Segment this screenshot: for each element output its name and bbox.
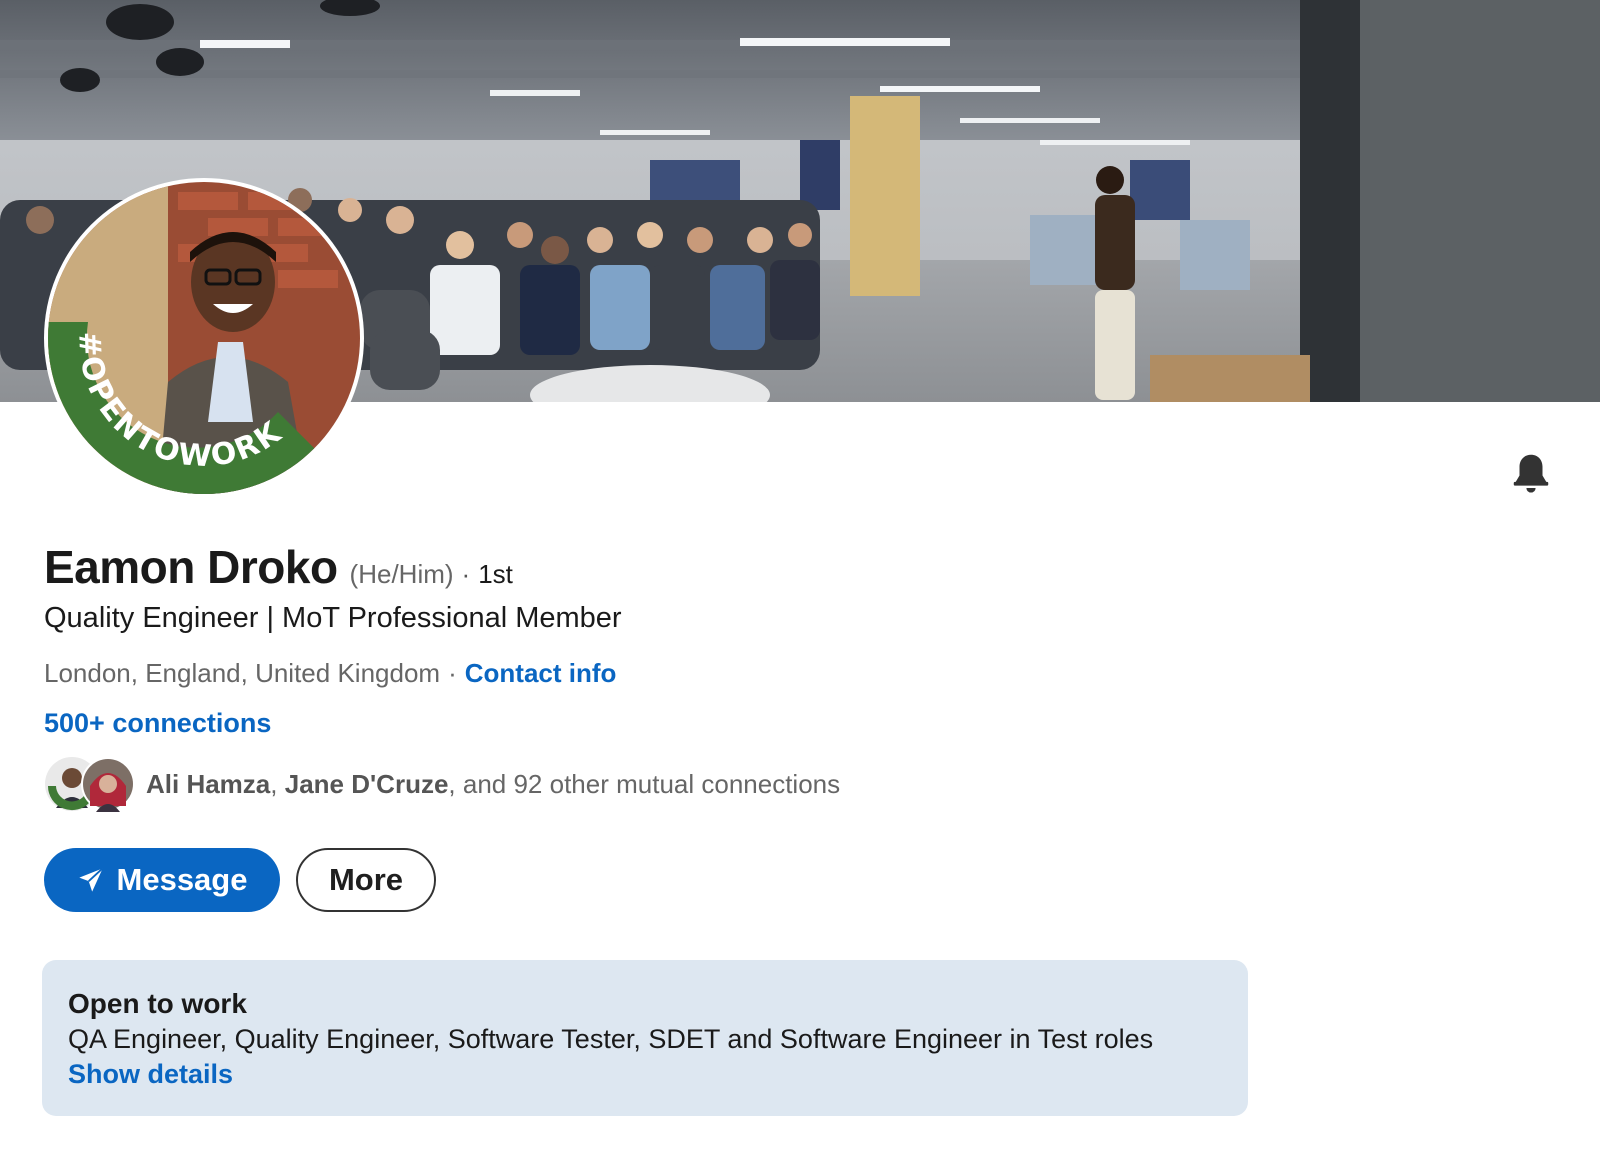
action-buttons: Message More [44,848,436,912]
more-button[interactable]: More [296,848,436,912]
more-label: More [328,862,404,897]
location-separator: · [448,658,457,688]
profile-headline: Quality Engineer | MoT Professional Memb… [44,602,622,634]
degree-separator: · [461,559,471,589]
pronouns: (He/Him) [349,559,454,589]
connections-link[interactable]: 500+ connections [44,708,271,739]
mutual-comma: , [270,768,278,799]
open-to-work-title: Open to work [68,988,247,1019]
mutual-connections[interactable]: Ali Hamza, Jane D'Cruze, and 92 other mu… [44,756,840,812]
open-to-work-card: Open to work QA Engineer, Quality Engine… [42,960,1248,1116]
bell-icon[interactable] [1508,450,1554,496]
mutual-rest: , and 92 other mutual connections [448,768,841,799]
mutual-avatars [44,756,136,812]
show-details-link[interactable]: Show details [68,1059,233,1090]
open-to-work-roles: QA Engineer, Quality Engineer, Software … [68,1024,1154,1054]
location: London, England, United Kingdom [44,658,441,688]
contact-info-link[interactable]: Contact info [465,658,617,688]
name-row: Eamon Droko (He/Him) · 1st [44,540,513,594]
message-button[interactable]: Message [44,848,280,912]
profile-name: Eamon Droko [44,541,338,593]
avatar [81,757,135,812]
mutual-name-1: Ali Hamza [146,768,271,799]
profile-photo[interactable]: #OPENTOWORK [44,178,364,498]
send-icon [78,867,103,892]
message-label: Message [116,862,248,897]
connection-degree: 1st [478,559,513,589]
mutual-connections-text: Ali Hamza, Jane D'Cruze, and 92 other mu… [146,769,840,800]
location-row: London, England, United Kingdom · Contact … [44,658,616,689]
mutual-name-2: Jane D'Cruze [284,768,449,799]
